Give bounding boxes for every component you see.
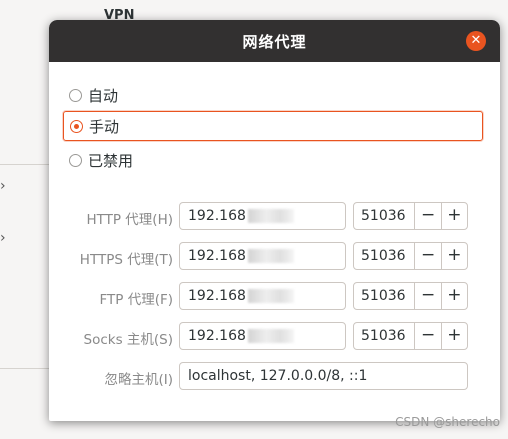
host-value: 192.168 — [188, 288, 246, 304]
socks-port-stepper[interactable]: 51036 − + — [353, 322, 468, 350]
close-button[interactable]: ✕ — [466, 31, 486, 51]
close-icon: ✕ — [470, 33, 482, 48]
chevron-right-icon[interactable]: › — [0, 178, 6, 194]
divider — [0, 368, 50, 369]
ftp-port-stepper[interactable]: 51036 − + — [353, 282, 468, 310]
redacted-blur — [247, 289, 294, 303]
decrement-button[interactable]: − — [414, 323, 440, 349]
ignore-hosts-input[interactable]: localhost, 127.0.0.0/8, ::1 — [179, 362, 468, 390]
https-host-input[interactable]: 192.168 — [179, 242, 346, 270]
radio-icon — [69, 153, 82, 167]
http-host-input[interactable]: 192.168 — [179, 202, 346, 230]
ignore-hosts-row: 忽略主机(I) localhost, 127.0.0.0/8, ::1 — [49, 362, 500, 392]
port-value[interactable]: 51036 — [354, 243, 414, 269]
port-value[interactable]: 51036 — [354, 203, 414, 229]
http-port-stepper[interactable]: 51036 − + — [353, 202, 468, 230]
decrement-button[interactable]: − — [414, 203, 440, 229]
method-automatic-radio[interactable]: 自动 — [63, 81, 481, 109]
http-proxy-label: HTTP 代理(H) — [86, 212, 173, 228]
socks-host-input[interactable]: 192.168 — [179, 322, 346, 350]
port-value[interactable]: 51036 — [354, 283, 414, 309]
increment-button[interactable]: + — [440, 323, 467, 349]
ftp-proxy-row: FTP 代理(F) 192.168 51036 − + — [49, 282, 500, 312]
network-proxy-dialog: 网络代理 ✕ 自动 手动 已禁用 HTTP 代理(H) 192.168 5103… — [49, 20, 500, 421]
https-port-stepper[interactable]: 51036 − + — [353, 242, 468, 270]
https-proxy-label: HTTPS 代理(T) — [79, 252, 173, 268]
https-proxy-row: HTTPS 代理(T) 192.168 51036 − + — [49, 242, 500, 272]
host-value: 192.168 — [188, 208, 246, 224]
host-value: 192.168 — [188, 248, 246, 264]
method-manual-radio[interactable]: 手动 — [63, 111, 483, 141]
radio-checked-icon — [70, 119, 83, 133]
ignore-hosts-label: 忽略主机(I) — [104, 372, 173, 388]
divider — [0, 164, 50, 165]
redacted-blur — [247, 329, 294, 343]
socks-host-label: Socks 主机(S) — [83, 332, 174, 348]
redacted-blur — [247, 249, 294, 263]
host-value: 192.168 — [188, 328, 246, 344]
ftp-proxy-label: FTP 代理(F) — [99, 292, 173, 308]
method-label: 已禁用 — [88, 151, 134, 170]
ftp-host-input[interactable]: 192.168 — [179, 282, 346, 310]
http-proxy-row: HTTP 代理(H) 192.168 51036 − + — [49, 202, 500, 232]
dialog-titlebar: 网络代理 ✕ — [49, 20, 500, 62]
chevron-right-icon[interactable]: › — [0, 230, 6, 246]
redacted-blur — [247, 209, 294, 223]
socks-host-row: Socks 主机(S) 192.168 51036 − + — [49, 322, 500, 352]
increment-button[interactable]: + — [440, 283, 467, 309]
increment-button[interactable]: + — [440, 203, 467, 229]
dialog-title: 网络代理 — [242, 33, 307, 51]
decrement-button[interactable]: − — [414, 283, 440, 309]
method-label: 手动 — [89, 117, 120, 136]
method-disabled-radio[interactable]: 已禁用 — [63, 146, 481, 174]
radio-icon — [69, 88, 82, 102]
decrement-button[interactable]: − — [414, 243, 440, 269]
watermark: CSDN @sherecho — [395, 415, 500, 429]
port-value[interactable]: 51036 — [354, 323, 414, 349]
method-label: 自动 — [88, 86, 119, 105]
increment-button[interactable]: + — [440, 243, 467, 269]
